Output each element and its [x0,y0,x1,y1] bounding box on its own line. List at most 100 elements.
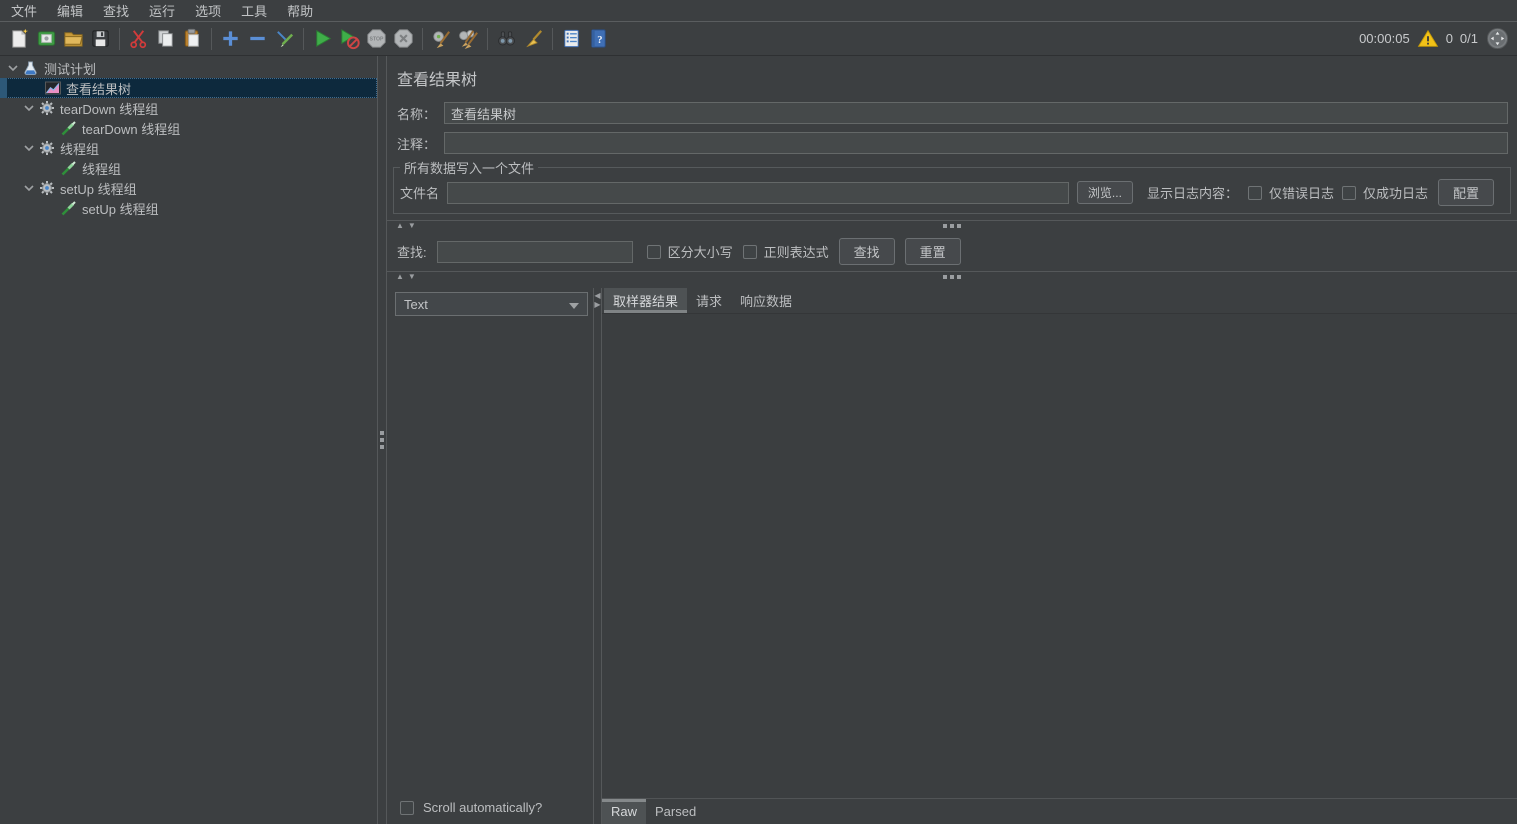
results-tree-icon [44,80,61,96]
result-tabs-panel: 取样器结果 请求 响应数据 Raw Parsed [602,288,1517,824]
tree-node-setup-sampler[interactable]: setUp 线程组 [0,198,377,218]
clear-all-icon[interactable] [455,25,482,52]
collapse-right-icon[interactable]: ▶ [594,301,600,309]
browse-button[interactable]: 浏览... [1076,181,1133,204]
checkbox-icon [400,800,414,815]
remove-icon[interactable] [244,25,271,52]
result-content[interactable] [602,314,1517,798]
stop-icon[interactable]: STOP [363,25,390,52]
name-label: 名称： [397,106,437,122]
search-row: 查找: 区分大小写 正则表达式 查找 重置 [397,238,1508,265]
toolbar-separator [422,27,423,50]
collapse-down-icon[interactable]: ▼ [408,273,416,281]
help-icon[interactable]: ? [585,25,612,52]
name-input[interactable] [444,102,1508,124]
tree-node-setup-thread-group[interactable]: setUp 线程组 [0,178,377,198]
lower-splitter[interactable]: ▲ ▼ [387,271,1517,282]
chevron-down-icon[interactable] [22,104,36,112]
splitter-handle[interactable] [943,224,961,228]
tab-raw[interactable]: Raw [602,799,647,824]
toolbar-separator [211,27,212,50]
viewer-splitter[interactable]: ◀ ▶ [593,288,602,824]
templates-icon[interactable] [33,25,60,52]
jmeter-window: 文件 编辑 查找 运行 选项 工具 帮助 STOP ? 00:00:05 0 0… [0,0,1517,824]
menu-options[interactable]: 选项 [188,0,228,22]
success-only-checkbox[interactable]: 仅成功日志 [1341,183,1428,202]
function-helper-icon[interactable] [558,25,585,52]
tree-node-teardown-sampler[interactable]: tearDown 线程组 [0,118,377,138]
add-icon[interactable] [217,25,244,52]
menu-file[interactable]: 文件 [4,0,44,22]
tree-main-splitter[interactable] [377,56,387,824]
paste-icon[interactable] [179,25,206,52]
new-file-icon[interactable] [6,25,33,52]
thread-group-icon [38,180,55,196]
upper-splitter[interactable]: ▲ ▼ [387,220,1517,231]
clear-search-icon[interactable] [520,25,547,52]
reset-button[interactable]: 重置 [904,238,961,265]
shutdown-icon[interactable] [390,25,417,52]
renderer-select[interactable]: Text [395,292,588,316]
warning-indicator-icon[interactable] [1417,28,1439,50]
tree-node-label: 线程组 [60,141,100,157]
log-display-label: 显示日志内容： [1146,186,1238,201]
svg-text:STOP: STOP [370,37,385,43]
copy-icon[interactable] [152,25,179,52]
tree-node-sampler[interactable]: 线程组 [0,158,377,178]
tree-node-teardown-thread-group[interactable]: tearDown 线程组 [0,98,377,118]
chevron-down-icon[interactable] [22,184,36,192]
open-folder-icon[interactable] [60,25,87,52]
tree-node-test-plan[interactable]: 测试计划 [0,58,377,78]
scroll-automatically-label: Scroll automatically? [423,800,543,815]
errors-only-checkbox[interactable]: 仅错误日志 [1247,183,1334,202]
tree-node-label: tearDown 线程组 [82,121,181,137]
tree-node-thread-group[interactable]: 线程组 [0,138,377,158]
thread-group-icon [38,100,55,116]
collapse-left-icon[interactable]: ◀ [594,292,600,300]
scroll-automatically-checkbox[interactable]: Scroll automatically? [400,800,593,815]
collapse-up-icon[interactable]: ▲ [396,222,404,230]
chevron-down-icon [569,297,579,312]
checkbox-icon [1341,185,1356,200]
toolbar-separator [487,27,488,50]
search-input[interactable] [436,240,633,263]
tab-sampler-result[interactable]: 取样器结果 [604,288,688,313]
toggle-icon[interactable] [271,25,298,52]
clear-icon[interactable] [428,25,455,52]
case-sensitive-checkbox[interactable]: 区分大小写 [646,242,733,261]
view-results-tree-panel: 查看结果树 名称： 注释： 所有数据写入一个文件 文件名 浏览... 显示日志内… [387,56,1517,824]
chevron-down-icon[interactable] [22,144,36,152]
find-button[interactable]: 查找 [838,238,895,265]
comment-input[interactable] [444,132,1508,154]
regex-checkbox[interactable]: 正则表达式 [742,242,829,261]
collapse-down-icon[interactable]: ▼ [408,222,416,230]
splitter-handle[interactable] [943,275,961,279]
menu-run[interactable]: 运行 [142,0,182,22]
chevron-down-icon[interactable] [6,64,20,72]
menu-edit[interactable]: 编辑 [50,0,90,22]
start-icon[interactable] [309,25,336,52]
filename-input[interactable] [447,181,1069,204]
toolbar-separator [303,27,304,50]
cut-icon[interactable] [125,25,152,52]
threads-indicator-icon [1485,27,1509,51]
menu-tools[interactable]: 工具 [234,0,274,22]
start-no-timers-icon[interactable] [336,25,363,52]
page-title: 查看结果树 [397,72,478,89]
configure-button[interactable]: 配置 [1437,179,1494,206]
tab-request[interactable]: 请求 [687,288,731,313]
sampler-icon [60,120,77,136]
save-icon[interactable] [87,25,114,52]
menu-search[interactable]: 查找 [96,0,136,22]
tab-response-data[interactable]: 响应数据 [731,288,801,313]
toolbar-status: 00:00:05 0 0/1 [1359,27,1509,51]
write-results-legend: 所有数据写入一个文件 [404,161,535,176]
tab-parsed[interactable]: Parsed [646,799,705,824]
collapse-up-icon[interactable]: ▲ [396,273,404,281]
renderer-panel: Text Scroll automatically? [387,288,593,824]
elapsed-time: 00:00:05 [1359,31,1410,46]
search-icon[interactable] [493,25,520,52]
errors-only-label: 仅错误日志 [1268,186,1334,201]
menu-help[interactable]: 帮助 [280,0,320,22]
tree-node-view-results-tree[interactable]: 查看结果树 [0,78,377,98]
